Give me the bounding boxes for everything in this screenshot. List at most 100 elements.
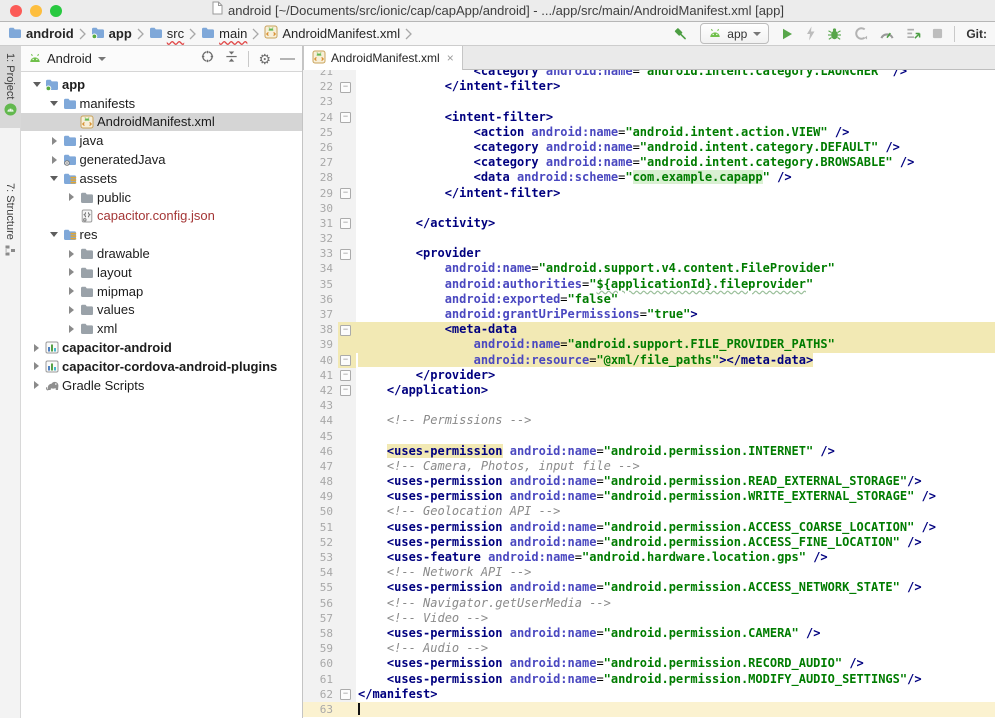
code-text[interactable]: android:name="android.support.v4.content… [356,261,995,276]
code-text[interactable]: <uses-permission android:name="android.p… [356,474,995,489]
code-text[interactable]: android:exported="false" [356,292,995,307]
code-line-44[interactable]: 44 <!-- Permissions --> [303,413,995,428]
code-text[interactable]: </manifest> [356,687,995,702]
tree-item-drawable[interactable]: drawable [21,244,302,263]
run-button[interactable] [780,27,794,41]
code-text[interactable]: <intent-filter> [356,110,995,125]
code-line-57[interactable]: 57 <!-- Video --> [303,611,995,626]
code-line-50[interactable]: 50 <!-- Geolocation API --> [303,504,995,519]
fold-gutter[interactable]: − [338,79,356,94]
close-window-button[interactable] [10,5,22,17]
tree-item-app[interactable]: app [21,75,302,94]
code-text[interactable]: <uses-permission android:name="android.p… [356,520,995,535]
code-text[interactable]: </activity> [356,216,995,231]
code-text[interactable] [356,94,995,109]
code-text[interactable]: <data android:scheme="com.example.capapp… [356,170,995,185]
code-line-47[interactable]: 47 <!-- Camera, Photos, input file --> [303,459,995,474]
attach-debugger-icon[interactable] [906,26,921,41]
tree-item-gradle-scripts[interactable]: Gradle Scripts [21,376,302,395]
code-text[interactable]: <uses-permission android:name="android.p… [356,489,995,504]
code-line-27[interactable]: 27 <category android:name="android.inten… [303,155,995,170]
code-line-61[interactable]: 61 <uses-permission android:name="androi… [303,672,995,687]
code-text[interactable]: <!-- Camera, Photos, input file --> [356,459,995,474]
code-text[interactable]: <!-- Video --> [356,611,995,626]
code-text[interactable]: </intent-filter> [356,79,995,94]
tree-item-capacitor-config-json[interactable]: capacitor.config.json [21,207,302,226]
code-line-51[interactable]: 51 <uses-permission android:name="androi… [303,520,995,535]
tree-collapsed-arrow-icon[interactable] [46,156,63,164]
code-text[interactable]: <uses-feature android:name="android.hard… [356,550,995,565]
code-line-60[interactable]: 60 <uses-permission android:name="androi… [303,656,995,671]
code-line-31[interactable]: 31− </activity> [303,216,995,231]
tree-item-xml[interactable]: xml [21,319,302,338]
fold-gutter[interactable]: − [338,186,356,201]
coverage-icon[interactable] [853,26,868,41]
breadcrumb-item-android[interactable]: android [6,26,76,42]
fold-marker-icon[interactable]: − [340,385,351,396]
tree-collapsed-arrow-icon[interactable] [28,362,45,370]
fold-marker-icon[interactable]: − [340,370,351,381]
tree-collapsed-arrow-icon[interactable] [63,287,80,295]
code-line-39[interactable]: 39 android:name="android.support.FILE_PR… [303,337,995,352]
code-editor[interactable]: 21 <category android:name="android.inten… [303,70,995,718]
code-line-43[interactable]: 43 [303,398,995,413]
code-line-29[interactable]: 29− </intent-filter> [303,186,995,201]
code-line-26[interactable]: 26 <category android:name="android.inten… [303,140,995,155]
code-line-56[interactable]: 56 <!-- Navigator.getUserMedia --> [303,596,995,611]
code-text[interactable]: android:resource="@xml/file_paths"></met… [356,353,995,368]
tree-collapsed-arrow-icon[interactable] [63,193,80,201]
code-line-49[interactable]: 49 <uses-permission android:name="androi… [303,489,995,504]
code-line-55[interactable]: 55 <uses-permission android:name="androi… [303,580,995,595]
tree-expanded-arrow-icon[interactable] [46,232,63,237]
code-text[interactable] [356,231,995,246]
tree-item-mipmap[interactable]: mipmap [21,282,302,301]
code-text[interactable] [356,201,995,216]
fold-gutter[interactable]: − [338,216,356,231]
code-line-22[interactable]: 22− </intent-filter> [303,79,995,94]
breadcrumb-item-main[interactable]: main [199,26,249,42]
code-text[interactable]: android:name="android.support.FILE_PROVI… [356,337,995,352]
code-line-34[interactable]: 34 android:name="android.support.v4.cont… [303,261,995,276]
tree-collapsed-arrow-icon[interactable] [63,325,80,333]
code-text[interactable]: <category android:name="android.intent.c… [356,140,995,155]
profiler-gauge-icon[interactable] [879,27,895,40]
tree-expanded-arrow-icon[interactable] [46,101,63,106]
code-text[interactable]: <action android:name="android.intent.act… [356,125,995,140]
breadcrumb-item-src[interactable]: src [147,26,186,42]
code-line-36[interactable]: 36 android:exported="false" [303,292,995,307]
code-line-48[interactable]: 48 <uses-permission android:name="androi… [303,474,995,489]
code-line-28[interactable]: 28 <data android:scheme="com.example.cap… [303,170,995,185]
code-line-21[interactable]: 21 <category android:name="android.inten… [303,70,995,79]
tree-collapsed-arrow-icon[interactable] [28,344,45,352]
tree-item-public[interactable]: public [21,188,302,207]
tree-collapsed-arrow-icon[interactable] [46,137,63,145]
code-line-41[interactable]: 41− </provider> [303,368,995,383]
zoom-window-button[interactable] [50,5,62,17]
tree-item-res[interactable]: res [21,225,302,244]
tree-collapsed-arrow-icon[interactable] [28,381,45,389]
code-text[interactable]: <uses-permission android:name="android.p… [356,626,995,641]
code-line-45[interactable]: 45 [303,429,995,444]
fold-marker-icon[interactable]: − [340,249,351,260]
locate-file-icon[interactable] [200,49,215,69]
tree-item-manifests[interactable]: manifests [21,94,302,113]
tree-expanded-arrow-icon[interactable] [46,176,63,181]
stop-button[interactable] [932,28,943,39]
code-text[interactable]: <meta-data [356,322,995,337]
fold-marker-icon[interactable]: − [340,218,351,229]
fold-marker-icon[interactable]: − [340,188,351,199]
code-text[interactable]: <category android:name="android.intent.c… [356,70,995,79]
git-branch-label[interactable]: Git: [966,27,987,41]
fold-gutter[interactable]: − [338,246,356,261]
code-text[interactable]: <uses-permission android:name="android.p… [356,656,995,671]
code-line-58[interactable]: 58 <uses-permission android:name="androi… [303,626,995,641]
code-line-23[interactable]: 23 [303,94,995,109]
tree-collapsed-arrow-icon[interactable] [63,250,80,258]
fold-gutter[interactable]: − [338,383,356,398]
fold-marker-icon[interactable]: − [340,82,351,93]
tree-item-capacitor-cordova-android-plugins[interactable]: capacitor-cordova-android-plugins [21,357,302,376]
code-text[interactable]: <!-- Permissions --> [356,413,995,428]
run-configuration-dropdown[interactable]: app [700,23,769,44]
fold-marker-icon[interactable]: − [340,689,351,700]
code-line-33[interactable]: 33− <provider [303,246,995,261]
